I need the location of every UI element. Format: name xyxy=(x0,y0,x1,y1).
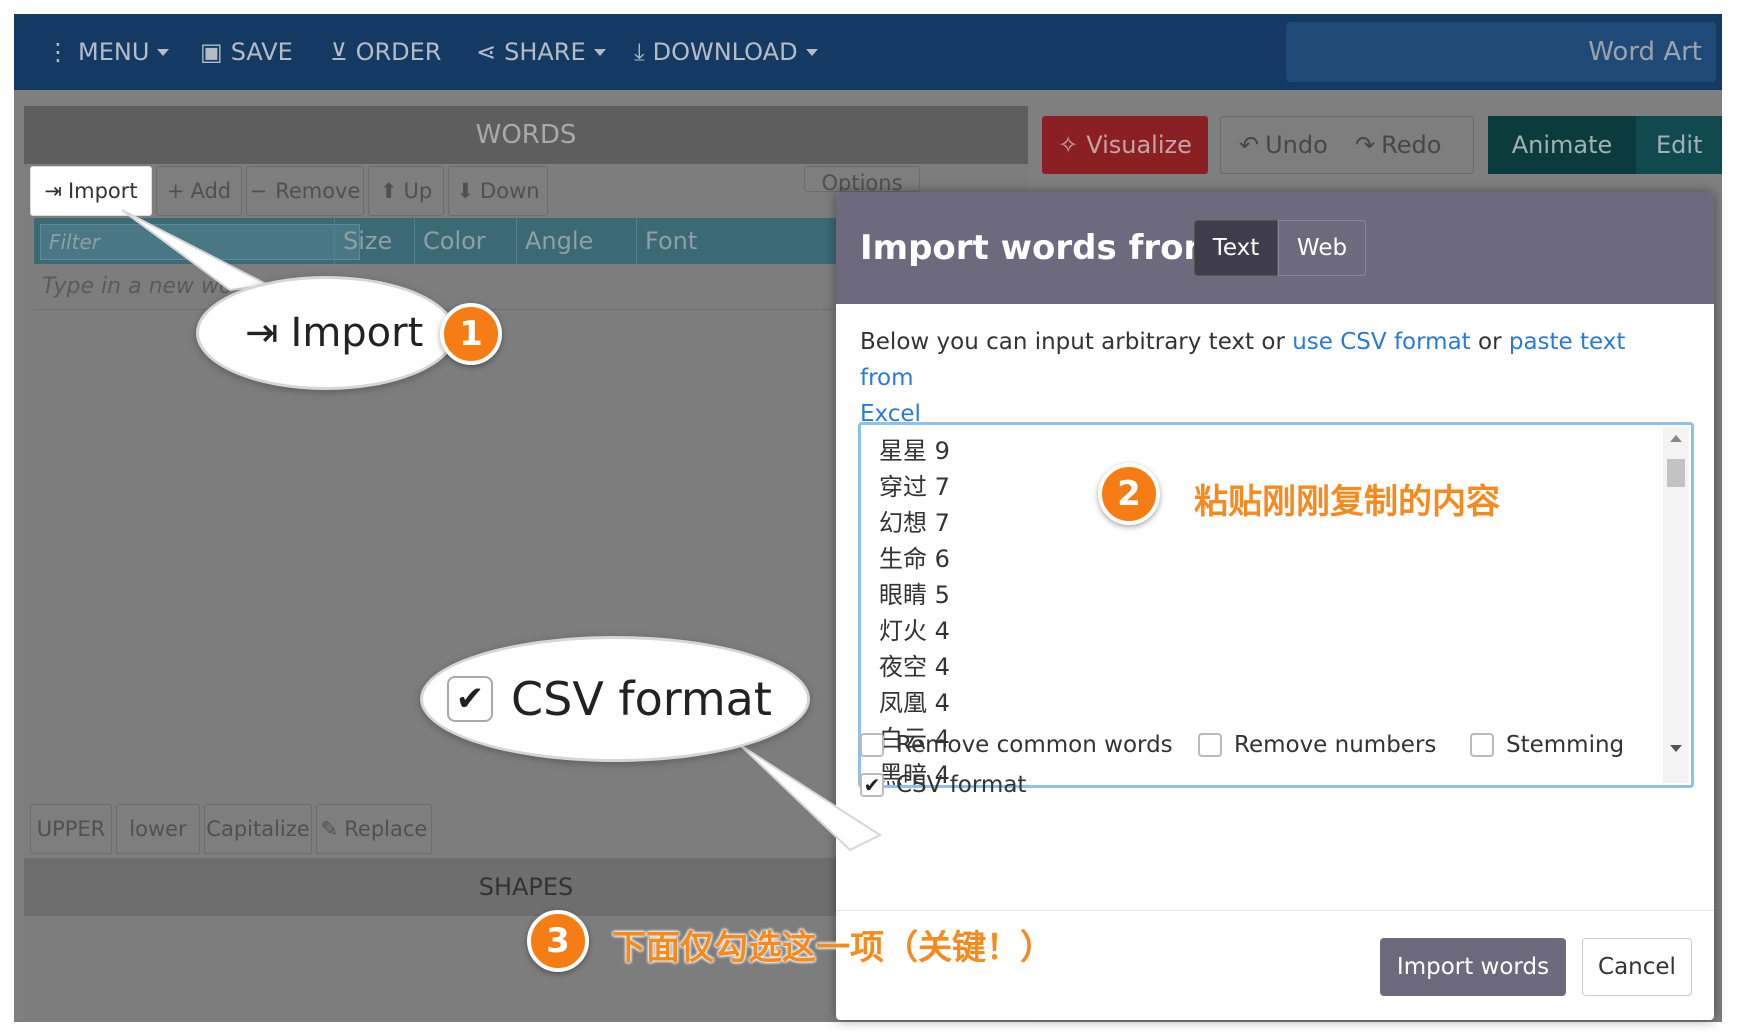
share-button[interactable]: ⋖ SHARE xyxy=(476,14,606,90)
dialog-title: Import words from xyxy=(860,228,1219,268)
step-2-note: 粘贴刚刚复制的内容 xyxy=(1194,482,1500,522)
edit-button[interactable]: Edit xyxy=(1636,116,1722,174)
brand-title: Word Art xyxy=(1588,37,1702,67)
menu-button[interactable]: ⋮ MENU xyxy=(46,14,170,90)
step-3-note: 下面仅勾选这一项（关键！） xyxy=(612,928,1054,968)
minus-icon: − xyxy=(249,179,268,203)
import-icon: ⇥ xyxy=(44,179,62,203)
column-color[interactable]: Color xyxy=(414,218,516,264)
step-3-badge: 3 xyxy=(527,910,589,972)
column-angle[interactable]: Angle xyxy=(516,218,636,264)
animate-button[interactable]: Animate xyxy=(1488,116,1636,174)
visualize-button[interactable]: ✧ Visualize xyxy=(1042,116,1208,174)
import-zoom-callout: ⇥ Import xyxy=(196,276,456,390)
csv-format-option[interactable]: ✔ CSV format xyxy=(860,772,1026,798)
tab-web[interactable]: Web xyxy=(1278,220,1366,276)
cancel-button[interactable]: Cancel xyxy=(1582,938,1692,996)
arrow-up-icon: ⬆ xyxy=(379,179,398,203)
words-grid-header: Filter Size Color Angle Font xyxy=(34,218,914,264)
textarea-line: 夜空 4 xyxy=(879,653,950,681)
plus-icon: + xyxy=(166,179,185,203)
undo-button[interactable]: ↶ Undo xyxy=(1239,117,1328,173)
chevron-down-icon xyxy=(593,48,606,56)
undo-redo-group: ↶ Undo ↷ Redo xyxy=(1220,116,1474,174)
remove-common-words-option[interactable]: Remove common words xyxy=(860,732,1173,758)
add-button[interactable]: + Add xyxy=(156,166,242,216)
top-navbar: ⋮ MENU ▣ SAVE ⊻ ORDER ⋖ SHARE ⤓ DOWNLOAD… xyxy=(14,14,1722,90)
filter-input[interactable]: Filter xyxy=(40,224,360,260)
download-icon: ⤓ xyxy=(634,38,645,66)
csv-zoom-callout: ✔ CSV format xyxy=(420,636,810,762)
options-button[interactable]: Options xyxy=(804,166,920,192)
checkmark-icon: ✔ xyxy=(447,676,493,722)
order-button[interactable]: ⊻ ORDER xyxy=(330,14,441,90)
textarea-line: 星星 9 xyxy=(879,437,950,465)
words-panel-header[interactable]: WORDS xyxy=(24,106,1028,164)
textarea-line: 穿过 7 xyxy=(879,473,950,501)
textarea-line: 幻想 7 xyxy=(879,509,950,537)
scroll-up-icon[interactable] xyxy=(1670,435,1682,442)
redo-icon: ↷ xyxy=(1355,131,1376,159)
up-button[interactable]: ⬆ Up xyxy=(368,166,444,216)
remove-numbers-checkbox[interactable] xyxy=(1198,733,1222,757)
share-icon: ⋖ xyxy=(476,38,497,66)
remove-common-words-checkbox[interactable] xyxy=(860,733,884,757)
csv-format-link[interactable]: use CSV format xyxy=(1292,329,1470,355)
textarea-line: 生命 6 xyxy=(879,545,950,573)
remove-numbers-option[interactable]: Remove numbers xyxy=(1198,732,1436,758)
dialog-footer-divider xyxy=(836,910,1714,911)
undo-icon: ↶ xyxy=(1239,131,1260,159)
down-button[interactable]: ⬇ Down xyxy=(448,166,548,216)
capitalize-button[interactable]: Capitalize xyxy=(204,804,312,854)
step-2-badge: 2 xyxy=(1098,463,1160,525)
edit-icon: ✎ xyxy=(320,817,339,841)
floppy-icon: ▣ xyxy=(200,38,223,66)
textarea-scrollbar[interactable] xyxy=(1663,427,1689,783)
chevron-down-icon xyxy=(157,48,170,56)
textarea-line: 灯火 4 xyxy=(879,617,950,645)
stemming-option[interactable]: Stemming xyxy=(1470,732,1624,758)
column-size[interactable]: Size xyxy=(334,218,414,264)
lowercase-button[interactable]: lower xyxy=(116,804,200,854)
uppercase-button[interactable]: UPPER xyxy=(30,804,112,854)
redo-button[interactable]: ↷ Redo xyxy=(1355,117,1441,173)
save-button[interactable]: ▣ SAVE xyxy=(200,14,293,90)
cart-icon: ⊻ xyxy=(330,38,348,66)
textarea-line: 眼睛 5 xyxy=(879,581,950,609)
import-icon: ⇥ xyxy=(245,310,279,356)
chevron-down-icon xyxy=(805,48,818,56)
kebab-icon: ⋮ xyxy=(46,38,70,66)
column-font[interactable]: Font xyxy=(636,218,756,264)
stemming-checkbox[interactable] xyxy=(1470,733,1494,757)
import-button[interactable]: ⇥ Import xyxy=(30,166,152,216)
scroll-down-icon[interactable] xyxy=(1670,745,1682,752)
download-button[interactable]: ⤓ DOWNLOAD xyxy=(634,14,818,90)
tab-text[interactable]: Text xyxy=(1194,220,1278,276)
title-input[interactable]: Word Art xyxy=(1286,22,1716,82)
magic-wand-icon: ✧ xyxy=(1058,131,1079,159)
arrow-down-icon: ⬇ xyxy=(456,179,475,203)
dialog-description: Below you can input arbitrary text or us… xyxy=(860,329,1626,427)
dialog-header: Import words from Text Web xyxy=(836,192,1714,304)
step-1-badge: 1 xyxy=(440,303,502,365)
textarea-line: 凤凰 4 xyxy=(879,689,950,717)
csv-format-checkbox[interactable]: ✔ xyxy=(860,773,884,797)
replace-button[interactable]: ✎ Replace xyxy=(316,804,432,854)
scroll-thumb[interactable] xyxy=(1667,459,1685,487)
remove-button[interactable]: − Remove xyxy=(246,166,364,216)
import-words-dialog: Import words from Text Web Below you can… xyxy=(836,192,1714,1020)
import-words-button[interactable]: Import words xyxy=(1380,938,1566,996)
